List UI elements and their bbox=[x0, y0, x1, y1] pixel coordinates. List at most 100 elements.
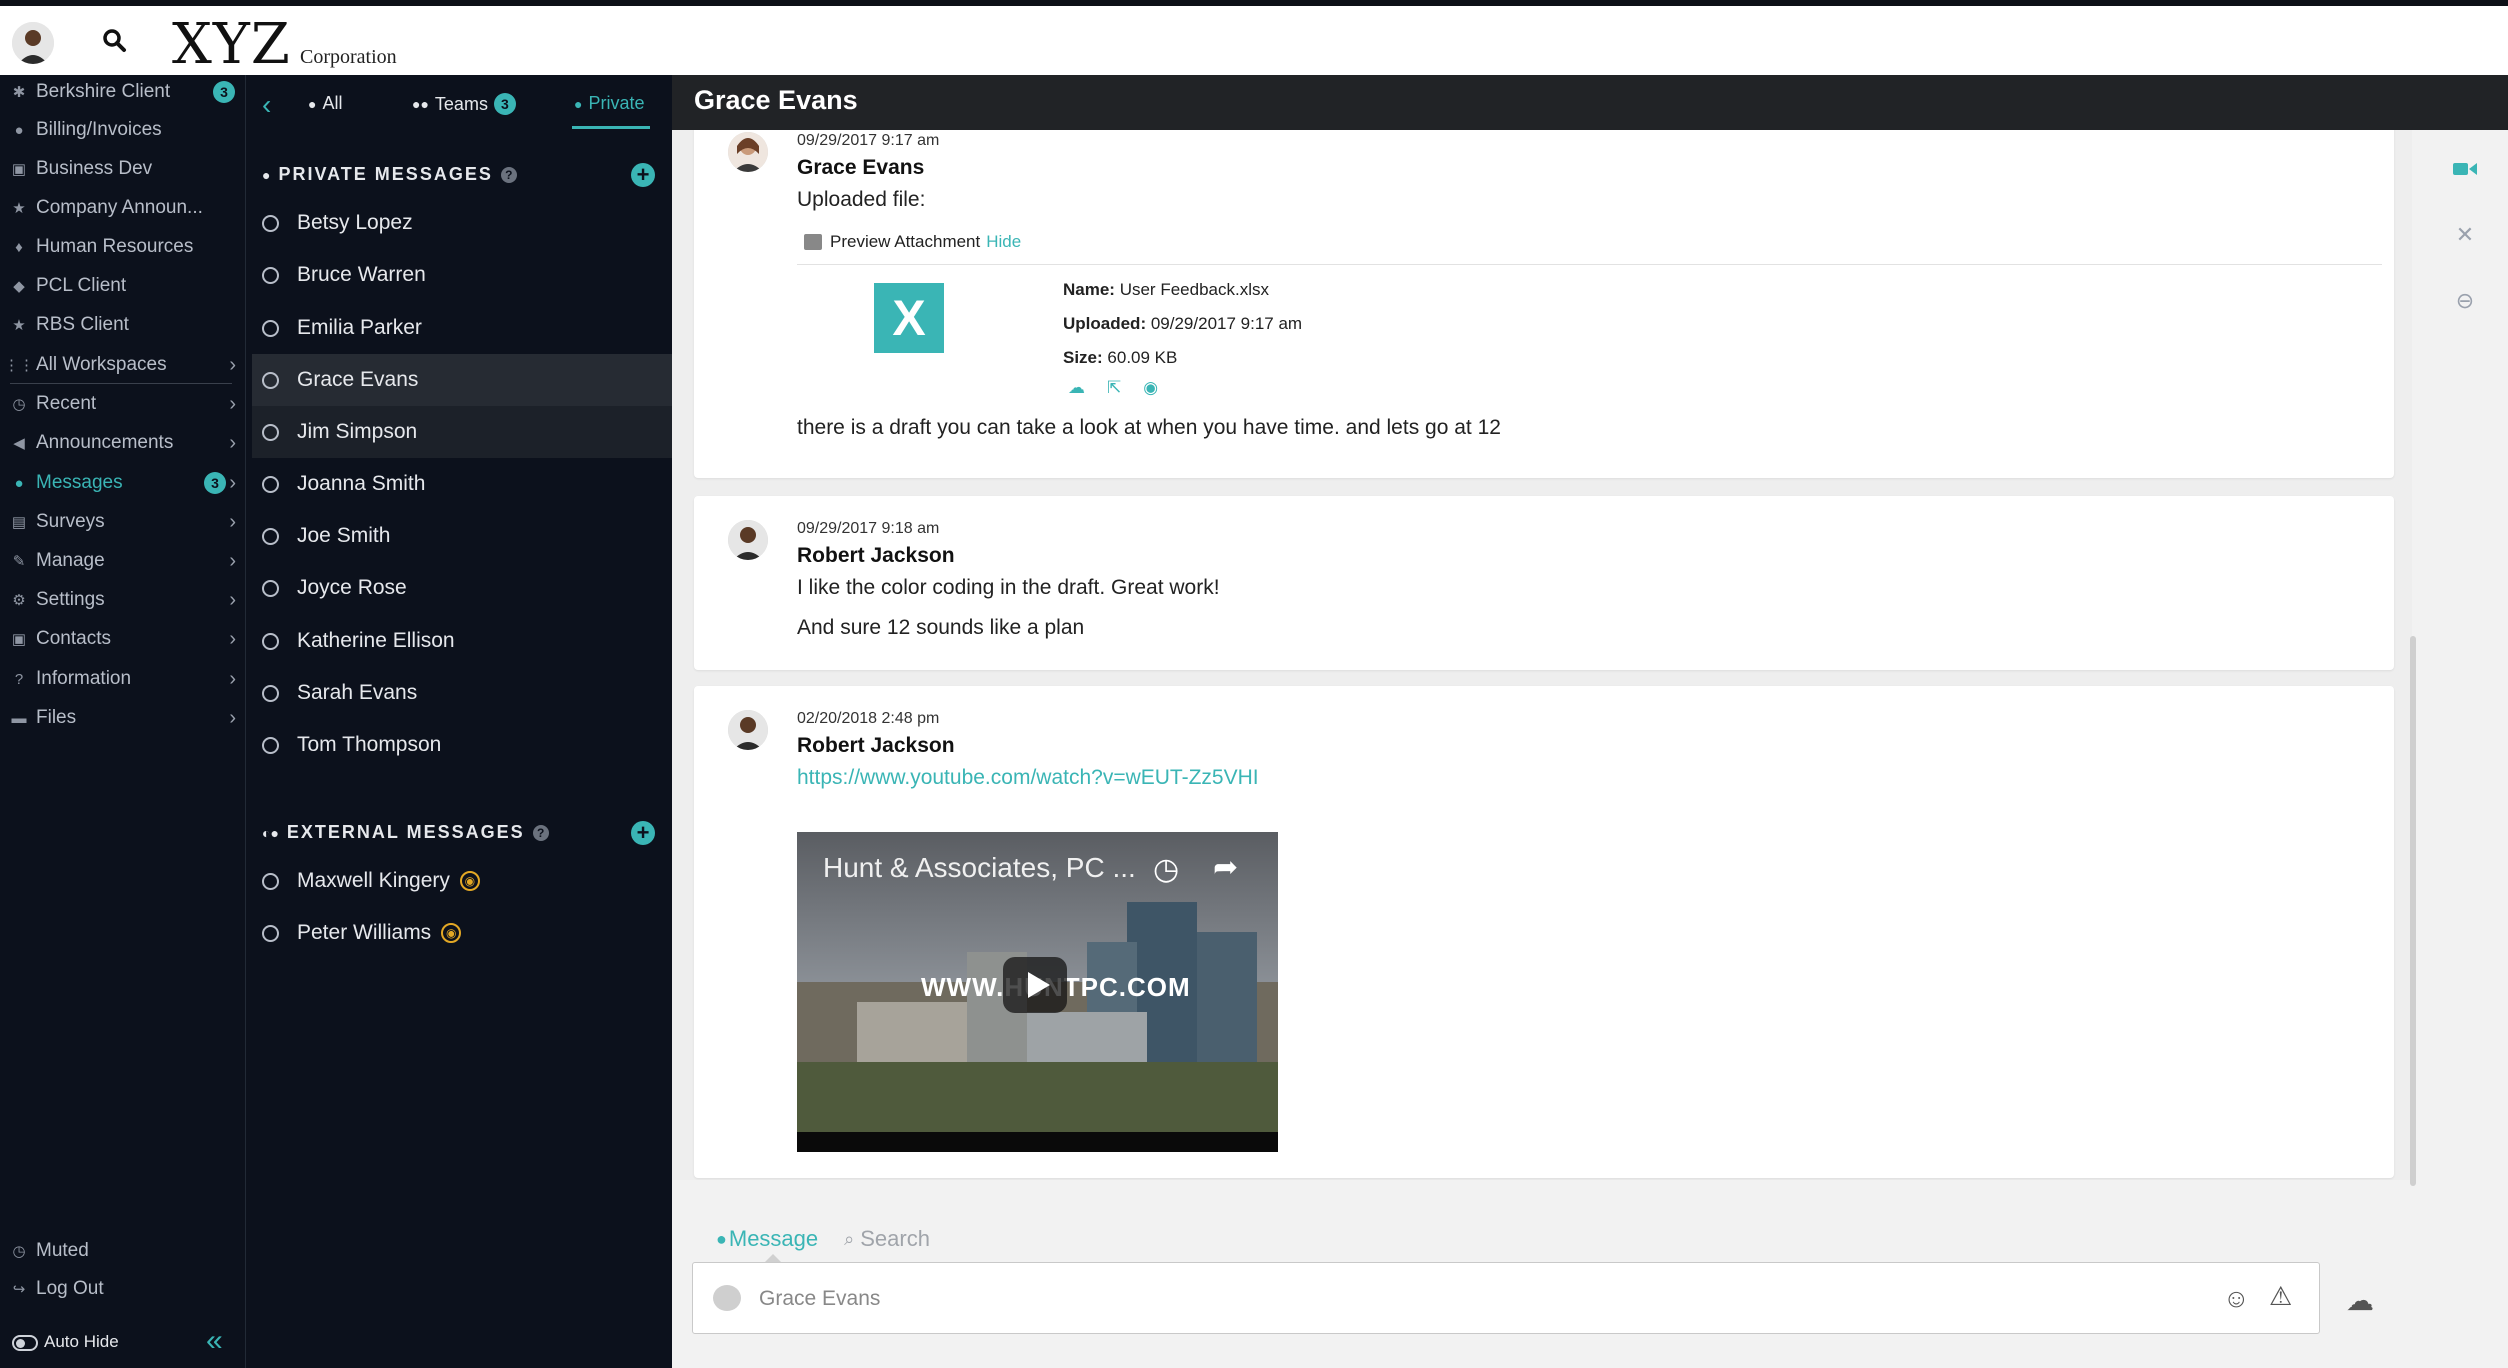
contact-betsy-lopez[interactable]: Betsy Lopez bbox=[252, 197, 673, 249]
back-chevron-icon[interactable]: ‹ bbox=[262, 89, 271, 121]
nav-logout[interactable]: ↪ Log Out bbox=[10, 1272, 242, 1306]
feed-scrollbar[interactable] bbox=[2410, 636, 2416, 1186]
workspace-billing-invoices[interactable]: ● Billing/Invoices bbox=[10, 113, 242, 147]
message-tabs: ‹ ● All ●● Teams 3 ● Private bbox=[246, 75, 673, 133]
message-input[interactable] bbox=[759, 1281, 2139, 1317]
nav-files[interactable]: ▬ Files › bbox=[10, 701, 242, 735]
nav-surveys[interactable]: ▤ Surveys › bbox=[10, 505, 242, 539]
workspace-label: PCL Client bbox=[36, 275, 127, 296]
contact-tom-thompson[interactable]: Tom Thompson bbox=[252, 719, 673, 771]
nav-label: Surveys bbox=[36, 511, 105, 532]
mute-notifications-icon[interactable]: ✕ bbox=[2452, 222, 2478, 248]
leave-conversation-icon[interactable]: ⊖ bbox=[2452, 288, 2478, 314]
video-title: Hunt & Associates, PC ... bbox=[823, 852, 1136, 883]
emoji-icon[interactable]: ☺ bbox=[2223, 1283, 2250, 1314]
nav-label: Log Out bbox=[36, 1278, 104, 1299]
tab-message[interactable]: ● Message bbox=[716, 1226, 818, 1252]
play-button-icon[interactable] bbox=[1003, 957, 1067, 1013]
status-icon bbox=[262, 872, 279, 890]
external-person-icon: ◐● bbox=[262, 824, 279, 841]
meta-label: Name: bbox=[1063, 280, 1115, 299]
contact-peter-williams[interactable]: Peter Williams ◉ bbox=[252, 907, 673, 959]
watch-later-icon[interactable]: ◷ bbox=[1153, 852, 1179, 887]
search-icon: ⌕ bbox=[844, 1228, 855, 1249]
author-avatar[interactable] bbox=[728, 710, 768, 750]
collapse-sidebar-icon[interactable]: « bbox=[206, 1324, 223, 1358]
tab-all[interactable]: ● All bbox=[308, 93, 342, 114]
nav-manage[interactable]: ✎ Manage › bbox=[10, 544, 242, 578]
nav-settings[interactable]: ⚙ Settings › bbox=[10, 583, 242, 617]
nav-messages[interactable]: ● Messages 3 › bbox=[10, 466, 242, 500]
contact-joe-smith[interactable]: Joe Smith bbox=[252, 510, 673, 562]
nav-label: Contacts bbox=[36, 628, 111, 649]
attachment-preview-header: Preview Attachment Hide bbox=[804, 232, 1021, 252]
contact-name: Tom Thompson bbox=[297, 733, 442, 756]
nav-muted[interactable]: ◷ Muted bbox=[10, 1234, 242, 1268]
share-icon[interactable]: ⇱ bbox=[1107, 378, 1121, 398]
top-bar: XYZ Corporation bbox=[0, 0, 2508, 77]
right-action-rail: ✕ ⊖ bbox=[2424, 130, 2508, 1368]
workspace-human-resources[interactable]: ♦ Human Resources bbox=[10, 230, 242, 264]
contact-maxwell-kingery[interactable]: Maxwell Kingery ◉ bbox=[252, 855, 673, 907]
workspace-label: RBS Client bbox=[36, 314, 129, 335]
workspace-rbs-client[interactable]: ★ RBS Client bbox=[10, 308, 242, 342]
contact-grace-evans[interactable]: Grace Evans bbox=[252, 354, 673, 406]
status-icon bbox=[262, 924, 279, 942]
auto-hide-toggle[interactable] bbox=[12, 1335, 38, 1351]
question-icon: ? bbox=[14, 670, 24, 688]
unread-badge: 3 bbox=[204, 472, 226, 494]
workspace-company-announcements[interactable]: ★ Company Announ... bbox=[10, 191, 242, 225]
workspace-berkshire-client[interactable]: ✱ Berkshire Client 3 bbox=[10, 75, 242, 109]
contact-joanna-smith[interactable]: Joanna Smith bbox=[252, 458, 673, 510]
nav-recent[interactable]: ◷ Recent › bbox=[10, 387, 242, 421]
help-icon[interactable]: ? bbox=[500, 166, 517, 183]
video-call-icon[interactable] bbox=[2452, 156, 2478, 182]
message-card: 09/29/2017 9:18 am Robert Jackson I like… bbox=[694, 496, 2394, 670]
chevron-right-icon: › bbox=[229, 550, 236, 572]
message-author[interactable]: Robert Jackson bbox=[797, 544, 955, 568]
contact-name: Emilia Parker bbox=[297, 316, 422, 339]
author-avatar[interactable] bbox=[728, 132, 768, 172]
message-author[interactable]: Grace Evans bbox=[797, 156, 924, 180]
excel-file-icon[interactable]: X bbox=[874, 283, 944, 353]
meta-value: User Feedback.xlsx bbox=[1119, 280, 1269, 299]
nav-information[interactable]: ? Information › bbox=[10, 662, 242, 696]
workspace-pcl-client[interactable]: ◆ PCL Client bbox=[10, 269, 242, 303]
contact-name: Katherine Ellison bbox=[297, 629, 455, 652]
hide-attachment-link[interactable]: Hide bbox=[986, 232, 1021, 252]
tab-private[interactable]: ● Private bbox=[574, 93, 645, 114]
tab-teams[interactable]: ●● Teams 3 bbox=[412, 93, 516, 115]
status-icon bbox=[262, 423, 279, 441]
warning-icon[interactable]: ⚠ bbox=[2269, 1281, 2292, 1312]
workspace-business-dev[interactable]: ▣ Business Dev bbox=[10, 152, 242, 186]
cloud-upload-icon[interactable]: ☁ bbox=[2346, 1284, 2374, 1317]
contact-joyce-rose[interactable]: Joyce Rose bbox=[252, 562, 673, 614]
message-text: there is a draft you can take a look at … bbox=[797, 416, 1501, 439]
user-avatar[interactable] bbox=[12, 22, 54, 64]
add-private-message-button[interactable]: + bbox=[631, 163, 655, 187]
cloud-download-icon[interactable]: ☁ bbox=[1068, 378, 1085, 398]
briefcase-icon: ▣ bbox=[11, 161, 27, 178]
nav-announcements[interactable]: ◀ Announcements › bbox=[10, 426, 242, 460]
video-embed[interactable]: Hunt & Associates, PC ... ◷ ➦ WWW.HUNTPC… bbox=[797, 832, 1278, 1152]
author-avatar[interactable] bbox=[728, 520, 768, 560]
contact-name: Joanna Smith bbox=[297, 472, 426, 495]
tab-search[interactable]: ⌕ Search bbox=[844, 1226, 930, 1252]
message-author[interactable]: Robert Jackson bbox=[797, 734, 955, 758]
add-external-message-button[interactable]: + bbox=[631, 821, 655, 845]
help-icon[interactable]: ? bbox=[532, 824, 549, 841]
contact-sarah-evans[interactable]: Sarah Evans bbox=[252, 667, 673, 719]
nav-contacts[interactable]: ▣ Contacts › bbox=[10, 622, 242, 656]
status-icon bbox=[262, 684, 279, 702]
nav-all-workspaces[interactable]: ⋮⋮ All Workspaces › bbox=[4, 348, 242, 382]
search-icon[interactable] bbox=[100, 26, 130, 56]
message-feed: 09/29/2017 9:17 am Grace Evans Uploaded … bbox=[672, 130, 2412, 1180]
contact-bruce-warren[interactable]: Bruce Warren bbox=[252, 249, 673, 301]
contact-jim-simpson[interactable]: Jim Simpson bbox=[252, 406, 673, 458]
contact-katherine-ellison[interactable]: Katherine Ellison bbox=[252, 615, 673, 667]
contact-name: Jim Simpson bbox=[297, 420, 418, 443]
eye-icon[interactable]: ◉ bbox=[1143, 378, 1158, 398]
youtube-link[interactable]: https://www.youtube.com/watch?v=wEUT-Zz5… bbox=[797, 766, 1259, 790]
contact-emilia-parker[interactable]: Emilia Parker bbox=[252, 302, 673, 354]
share-icon[interactable]: ➦ bbox=[1213, 850, 1238, 885]
